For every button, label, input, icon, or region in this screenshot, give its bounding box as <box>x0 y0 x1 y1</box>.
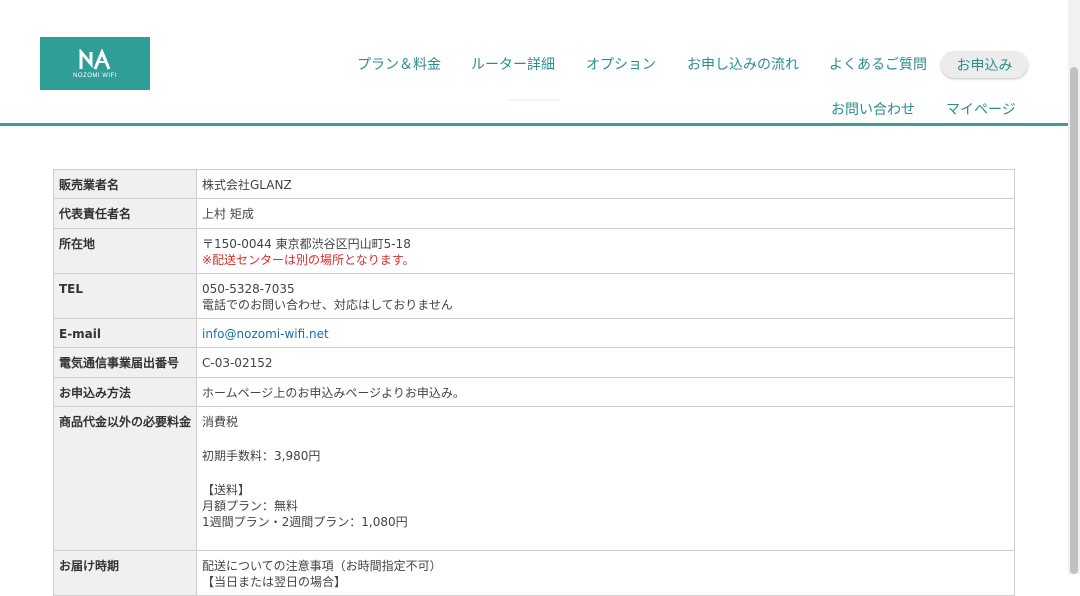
fees-initial: 初期手数料：3,980円 <box>202 449 321 463</box>
nav-router-details[interactable]: ルーター詳細 <box>471 54 555 74</box>
nav-active-underline <box>509 99 560 101</box>
email-cell: info@nozomi-wifi.net <box>196 318 1015 348</box>
tel-cell: 050-5328-7035 電話でのお問い合わせ、対応はしておりません <box>196 273 1015 319</box>
address-label: 所在地 <box>53 228 197 274</box>
table-row: 代表責任者名 上村 矩成 <box>53 198 1015 229</box>
tel-note: 電話でのお問い合わせ、対応はしておりません <box>202 298 453 312</box>
nav-contact[interactable]: お問い合わせ <box>831 99 915 119</box>
nav-apply-button[interactable]: お申込み <box>941 51 1028 78</box>
table-row: TEL 050-5328-7035 電話でのお問い合わせ、対応はしておりません <box>53 273 1015 319</box>
rep-label: 代表責任者名 <box>53 198 197 229</box>
delivery-label: お届け時期 <box>53 550 197 596</box>
seller-value: 株式会社GLANZ <box>196 169 1015 199</box>
logo-mark-icon <box>79 48 111 70</box>
nav-application-flow[interactable]: お申し込みの流れ <box>687 54 799 74</box>
email-label: E-mail <box>53 318 197 348</box>
table-row: 商品代金以外の必要料金 消費税 初期手数料：3,980円 【送料】 月額プラン：… <box>53 406 1015 551</box>
rep-value: 上村 矩成 <box>196 198 1015 229</box>
delivery-cell: 配送についての注意事項（お時間指定不可） 【当日または翌日の場合】 <box>196 550 1015 596</box>
company-info-table: 販売業者名 株式会社GLANZ 代表責任者名 上村 矩成 所在地 〒150-00… <box>53 169 1015 596</box>
telecom-value: C-03-02152 <box>196 347 1015 378</box>
table-row: お申込み方法 ホームページ上のお申込みページよりお申込み。 <box>53 377 1015 407</box>
address-value: 〒150-0044 東京都渋谷区円山町5-18 <box>202 237 411 251</box>
table-row: 所在地 〒150-0044 東京都渋谷区円山町5-18 ※配送センターは別の場所… <box>53 228 1015 274</box>
nav-plans[interactable]: プラン＆料金 <box>357 54 441 74</box>
table-row: お届け時期 配送についての注意事項（お時間指定不可） 【当日または翌日の場合】 <box>53 550 1015 596</box>
site-logo[interactable]: NOZOMI WIFI <box>40 37 150 90</box>
nav-mypage[interactable]: マイページ <box>946 99 1016 119</box>
fees-shipping-head: 【送料】 <box>202 483 251 497</box>
tel-value: 050-5328-7035 <box>202 282 295 296</box>
address-note: ※配送センターは別の場所となります。 <box>202 253 415 267</box>
fees-label: 商品代金以外の必要料金 <box>53 406 197 551</box>
scrollbar-thumb[interactable] <box>1070 67 1078 574</box>
apply-method-value: ホームページ上のお申込みページよりお申込み。 <box>196 377 1015 407</box>
table-row: E-mail info@nozomi-wifi.net <box>53 318 1015 348</box>
delivery-value: 配送についての注意事項（お時間指定不可） <box>202 559 442 573</box>
fees-monthly: 月額プラン：無料 <box>202 499 299 513</box>
fees-weekly: 1週間プラン・2週間プラン：1,080円 <box>202 515 408 529</box>
address-cell: 〒150-0044 東京都渋谷区円山町5-18 ※配送センターは別の場所となりま… <box>196 228 1015 274</box>
logo-text: NOZOMI WIFI <box>73 72 117 79</box>
delivery-next: 【当日または翌日の場合】 <box>202 575 347 589</box>
apply-method-label: お申込み方法 <box>53 377 197 407</box>
nav-options[interactable]: オプション <box>586 54 656 74</box>
email-link[interactable]: info@nozomi-wifi.net <box>202 327 329 341</box>
table-row: 販売業者名 株式会社GLANZ <box>53 169 1015 199</box>
header-divider <box>0 123 1068 126</box>
site-header: NOZOMI WIFI プラン＆料金 ルーター詳細 オプション お申し込みの流れ… <box>0 0 1068 126</box>
fees-tax: 消費税 <box>202 415 239 429</box>
seller-label: 販売業者名 <box>53 169 197 199</box>
fees-cell: 消費税 初期手数料：3,980円 【送料】 月額プラン：無料 1週間プラン・2週… <box>196 406 1015 551</box>
tel-label: TEL <box>53 273 197 319</box>
table-row: 電気通信事業届出番号 C-03-02152 <box>53 347 1015 378</box>
telecom-label: 電気通信事業届出番号 <box>53 347 197 378</box>
nav-faq[interactable]: よくあるご質問 <box>829 54 927 74</box>
